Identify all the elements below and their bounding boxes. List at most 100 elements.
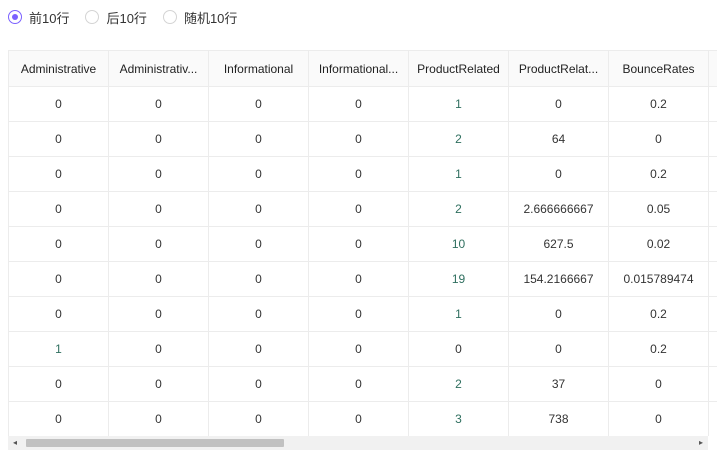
column-header[interactable]: Administrative bbox=[8, 50, 109, 87]
table-cell bbox=[708, 401, 717, 436]
table-cell: 0 bbox=[408, 331, 509, 367]
table-cell: 0.2 bbox=[608, 86, 709, 122]
table-cell: 0 bbox=[8, 296, 109, 332]
column-header[interactable]: ProductRelated bbox=[408, 50, 509, 87]
table-cell: 0.2 bbox=[608, 156, 709, 192]
table-cell: 0 bbox=[208, 226, 309, 262]
table-cell: 0 bbox=[508, 296, 609, 332]
table-cell: 0 bbox=[8, 261, 109, 297]
table-cell: 2 bbox=[408, 191, 509, 227]
table-cell: 0 bbox=[108, 401, 209, 436]
table-cell: 0 bbox=[208, 296, 309, 332]
table-cell bbox=[708, 226, 717, 262]
table-cell: 0 bbox=[108, 156, 209, 192]
table-cell: 0 bbox=[308, 191, 409, 227]
scroll-left-icon[interactable]: ◂ bbox=[10, 438, 20, 448]
table-cell: 0 bbox=[208, 331, 309, 367]
table-cell: 154.2166667 bbox=[508, 261, 609, 297]
table-cell: 0 bbox=[308, 261, 409, 297]
data-table: Administrative Administrativ... Informat… bbox=[8, 50, 717, 436]
radio-dot-checked bbox=[8, 10, 22, 24]
table-row: 0 0 0 0 10 627.5 0.02 bbox=[8, 226, 717, 262]
table-cell: 0 bbox=[8, 401, 109, 436]
table-cell: 0 bbox=[208, 401, 309, 436]
table-cell: 0 bbox=[8, 366, 109, 402]
table-cell: 0 bbox=[108, 366, 209, 402]
table-cell: 0 bbox=[608, 401, 709, 436]
table-cell: 627.5 bbox=[508, 226, 609, 262]
table-row: 0 0 0 0 2 64 0 bbox=[8, 121, 717, 157]
table-cell bbox=[708, 156, 717, 192]
table-cell bbox=[708, 331, 717, 367]
table-cell: 0 bbox=[8, 156, 109, 192]
table-cell bbox=[708, 86, 717, 122]
table-cell: 1 bbox=[408, 296, 509, 332]
table-cell: 0.05 bbox=[608, 191, 709, 227]
column-header[interactable]: Informational... bbox=[308, 50, 409, 87]
table-cell: 19 bbox=[408, 261, 509, 297]
column-header[interactable]: Informational bbox=[208, 50, 309, 87]
column-header[interactable]: BounceRates bbox=[608, 50, 709, 87]
column-header[interactable] bbox=[708, 50, 717, 87]
table-cell: 0 bbox=[308, 121, 409, 157]
table-cell: 0 bbox=[108, 261, 209, 297]
column-header[interactable]: Administrativ... bbox=[108, 50, 209, 87]
table-cell: 0 bbox=[8, 86, 109, 122]
table-cell: 0.02 bbox=[608, 226, 709, 262]
table-cell: 0 bbox=[108, 331, 209, 367]
radio-dot bbox=[85, 10, 100, 24]
table-cell: 0 bbox=[308, 366, 409, 402]
table-cell: 0 bbox=[208, 156, 309, 192]
table-cell: 10 bbox=[408, 226, 509, 262]
table-row: 0 0 0 0 1 0 0.2 bbox=[8, 296, 717, 332]
table-cell: 0 bbox=[308, 331, 409, 367]
table-cell: 2 bbox=[408, 366, 509, 402]
table-cell bbox=[708, 121, 717, 157]
radio-label: 后10行 bbox=[106, 10, 147, 26]
table-cell: 0 bbox=[508, 156, 609, 192]
table-cell: 0 bbox=[308, 86, 409, 122]
table-cell: 1 bbox=[408, 86, 509, 122]
table-row: 0 0 0 0 2 2.666666667 0.05 bbox=[8, 191, 717, 227]
table-row: 0 0 0 0 1 0 0.2 bbox=[8, 86, 717, 122]
radio-last-10[interactable]: 后10行 bbox=[85, 8, 147, 27]
table-cell: 2 bbox=[408, 121, 509, 157]
table-cell bbox=[708, 261, 717, 297]
radio-label: 前10行 bbox=[29, 10, 70, 26]
table-cell bbox=[708, 191, 717, 227]
table-cell: 0 bbox=[208, 121, 309, 157]
table-cell: 0 bbox=[8, 226, 109, 262]
table-cell: 0 bbox=[608, 121, 709, 157]
table-cell: 37 bbox=[508, 366, 609, 402]
table-cell: 0 bbox=[108, 296, 209, 332]
table-row: 0 0 0 0 3 738 0 bbox=[8, 401, 717, 436]
table-cell: 0.2 bbox=[608, 331, 709, 367]
table-cell: 0.015789474 bbox=[608, 261, 709, 297]
radio-first-10[interactable]: 前10行 bbox=[8, 8, 69, 27]
scrollbar-thumb[interactable] bbox=[26, 439, 284, 447]
table-row: 1 0 0 0 0 0 0.2 bbox=[8, 331, 717, 367]
table-cell: 3 bbox=[408, 401, 509, 436]
table-cell: 738 bbox=[508, 401, 609, 436]
table-cell: 0 bbox=[308, 226, 409, 262]
data-table-container: Administrative Administrativ... Informat… bbox=[8, 50, 717, 436]
table-cell: 0 bbox=[108, 86, 209, 122]
radio-random-10[interactable]: 随机10行 bbox=[162, 8, 237, 27]
radio-dot bbox=[162, 10, 177, 24]
table-cell: 0.2 bbox=[608, 296, 709, 332]
table-cell bbox=[708, 296, 717, 332]
table-cell: 0 bbox=[308, 156, 409, 192]
table-cell: 0 bbox=[208, 86, 309, 122]
table-row: 0 0 0 0 2 37 0 bbox=[8, 366, 717, 402]
table-row: 0 0 0 0 1 0 0.2 bbox=[8, 156, 717, 192]
table-cell: 0 bbox=[308, 401, 409, 436]
table-cell: 2.666666667 bbox=[508, 191, 609, 227]
table-cell: 64 bbox=[508, 121, 609, 157]
column-header[interactable]: ProductRelat... bbox=[508, 50, 609, 87]
table-cell: 0 bbox=[208, 261, 309, 297]
table-cell bbox=[708, 366, 717, 402]
scroll-right-icon[interactable]: ▸ bbox=[696, 438, 706, 448]
table-cell: 0 bbox=[508, 86, 609, 122]
horizontal-scrollbar[interactable]: ◂ ▸ bbox=[8, 436, 708, 450]
table-cell: 1 bbox=[408, 156, 509, 192]
